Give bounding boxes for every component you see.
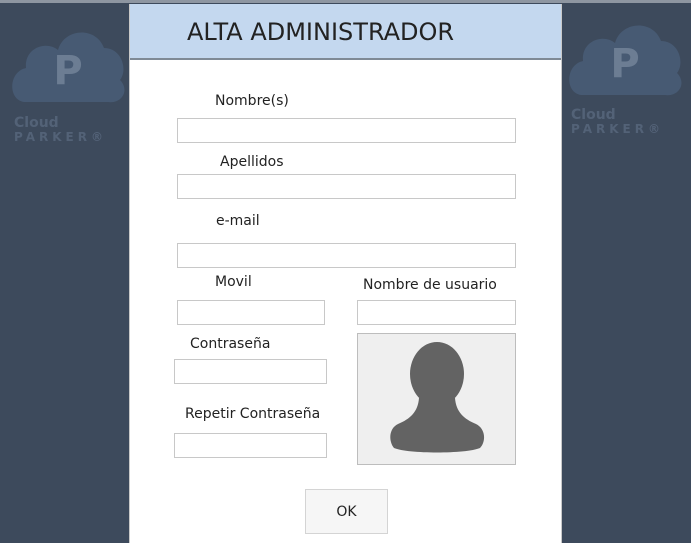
alta-administrador-dialog: ALTA ADMINISTRADOR Nombre(s) Apellidos e… [129, 4, 562, 543]
apellidos-input[interactable] [177, 174, 516, 199]
dialog-title: ALTA ADMINISTRADOR [187, 18, 455, 46]
photo-upload-box[interactable] [357, 333, 516, 465]
cloud-logo-icon: P [569, 25, 682, 96]
top-strip [0, 0, 691, 3]
usuario-label: Nombre de usuario [363, 277, 497, 293]
brand-logo-left: P Cloud PARKER® [10, 20, 130, 170]
usuario-input[interactable] [357, 300, 516, 325]
repetir-contrasena-label: Repetir Contraseña [185, 406, 321, 422]
svg-text:P: P [610, 41, 639, 87]
nombres-label: Nombre(s) [215, 93, 289, 109]
movil-input[interactable] [177, 300, 325, 325]
dialog-header: ALTA ADMINISTRADOR [130, 4, 561, 60]
cloud-logo-icon: P [12, 32, 125, 103]
brand-line-cloud: Cloud [571, 107, 616, 123]
contrasena-input[interactable] [174, 359, 327, 384]
nombres-input[interactable] [177, 118, 516, 143]
ok-button[interactable]: OK [305, 489, 388, 534]
apellidos-label: Apellidos [220, 154, 284, 170]
user-silhouette-icon [390, 342, 485, 453]
brand-line-parker: PARKER® [14, 129, 107, 144]
email-label: e-mail [216, 213, 260, 229]
contrasena-label: Contraseña [190, 336, 271, 352]
repetir-contrasena-input[interactable] [174, 433, 327, 458]
brand-name: Cloud PARKER® [14, 116, 107, 143]
brand-logo-right: P Cloud PARKER® [567, 13, 687, 163]
email-input[interactable] [177, 243, 516, 268]
brand-name: Cloud PARKER® [571, 108, 664, 135]
svg-text:P: P [53, 48, 82, 94]
brand-line-parker: PARKER® [571, 121, 664, 136]
movil-label: Movil [215, 274, 252, 290]
brand-line-cloud: Cloud [14, 115, 59, 131]
